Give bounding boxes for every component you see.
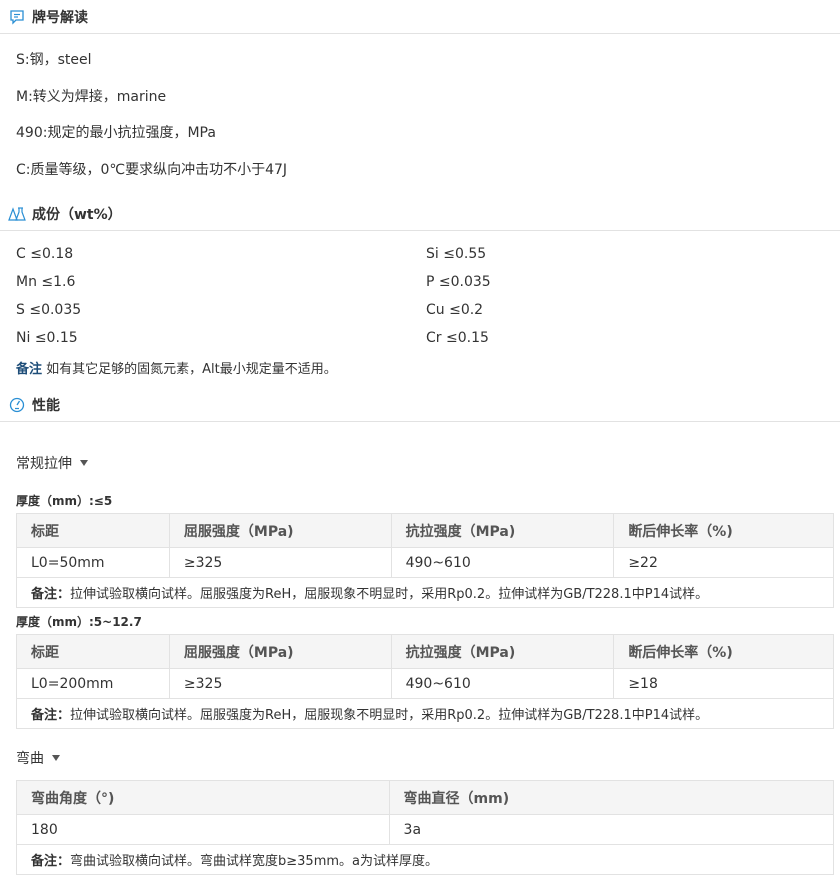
- table-header-row: 标距 屈服强度（MPa) 抗拉强度（MPa) 断后伸长率（%): [16, 513, 834, 548]
- thickness-label: 厚度（mm）:≤5: [16, 494, 113, 508]
- composition-item: Cu ≤0.2: [426, 302, 484, 318]
- bending-table: 弯曲角度（°) 弯曲直径（mm) 180 3a 备注：弯曲试验取横向试样。弯曲试…: [16, 780, 835, 875]
- note-text: 弯曲试验取横向试样。弯曲试样宽度b≥35mm。a为试样厚度。: [70, 854, 438, 869]
- table-cell: L0=200mm: [16, 668, 170, 699]
- performance-header: 性能: [0, 388, 840, 422]
- composition-item: S ≤0.035: [16, 302, 82, 318]
- note-text: 拉伸试验取横向试样。屈服强度为ReH，屈服现象不明显时，采用Rp0.2。拉伸试样…: [70, 708, 709, 723]
- caret-down-icon: [52, 755, 60, 761]
- comment-icon: [8, 8, 26, 26]
- table-cell: 490~610: [390, 547, 615, 578]
- table-cell: ≥325: [168, 547, 392, 578]
- bending-label: 弯曲: [16, 751, 44, 767]
- composition-title: 成份（wt%）: [32, 206, 122, 223]
- composition-header: 成份（wt%）: [0, 197, 840, 231]
- tensile-toggle[interactable]: 常规拉伸: [16, 453, 88, 473]
- thickness-label: 厚度（mm）:5~12.7: [16, 615, 142, 629]
- tensile-label: 常规拉伸: [16, 456, 72, 472]
- table-header: 屈服强度（MPa): [168, 634, 392, 669]
- note-label: 备注：: [31, 587, 71, 602]
- bending-toggle[interactable]: 弯曲: [16, 748, 60, 768]
- designation-line: C:质量等级，0℃要求纵向冲击功不小于47J: [16, 162, 288, 178]
- composition-item: C ≤0.18: [16, 246, 74, 262]
- table-header: 抗拉强度（MPa): [390, 634, 615, 669]
- composition-item: Si ≤0.55: [426, 246, 487, 262]
- table-header: 标距: [16, 634, 170, 669]
- table-cell: ≥22: [613, 547, 834, 578]
- table-header: 屈服强度（MPa): [168, 513, 392, 548]
- designation-header: 牌号解读: [0, 0, 840, 34]
- composition-item: Mn ≤1.6: [16, 274, 76, 290]
- table-note-row: 备注：弯曲试验取横向试样。弯曲试样宽度b≥35mm。a为试样厚度。: [16, 844, 834, 875]
- gauge-icon: [8, 396, 26, 414]
- table-header: 弯曲直径（mm): [388, 780, 835, 815]
- table-cell: L0=50mm: [16, 547, 170, 578]
- table-header: 弯曲角度（°): [16, 780, 390, 815]
- table-note-row: 备注：拉伸试验取横向试样。屈服强度为ReH，屈服现象不明显时，采用Rp0.2。拉…: [16, 698, 834, 729]
- tensile-table: 标距 屈服强度（MPa) 抗拉强度（MPa) 断后伸长率（%) L0=200mm…: [16, 634, 834, 729]
- table-row: L0=200mm ≥325 490~610 ≥18: [16, 668, 834, 699]
- note-text: 拉伸试验取横向试样。屈服强度为ReH，屈服现象不明显时，采用Rp0.2。拉伸试样…: [70, 587, 709, 602]
- composition-note-text: 如有其它足够的固氮元素，Alt最小规定量不适用。: [42, 362, 337, 377]
- caret-down-icon: [80, 460, 88, 466]
- designation-line: S:钢，steel: [16, 52, 92, 68]
- composition-note-label: 备注: [16, 362, 43, 377]
- table-header-row: 标距 屈服强度（MPa) 抗拉强度（MPa) 断后伸长率（%): [16, 634, 834, 669]
- table-cell: 180: [16, 814, 390, 845]
- designation-title: 牌号解读: [32, 9, 88, 26]
- table-row: L0=50mm ≥325 490~610 ≥22: [16, 547, 834, 578]
- table-header: 标距: [16, 513, 170, 548]
- table-header: 断后伸长率（%): [613, 513, 834, 548]
- table-header: 断后伸长率（%): [613, 634, 834, 669]
- table-note: 备注：拉伸试验取横向试样。屈服强度为ReH，屈服现象不明显时，采用Rp0.2。拉…: [16, 698, 834, 729]
- table-note: 备注：弯曲试验取横向试样。弯曲试样宽度b≥35mm。a为试样厚度。: [16, 844, 834, 875]
- flask-icon: [8, 205, 26, 223]
- tensile-table: 标距 屈服强度（MPa) 抗拉强度（MPa) 断后伸长率（%) L0=50mm …: [16, 513, 834, 608]
- table-note-row: 备注：拉伸试验取横向试样。屈服强度为ReH，屈服现象不明显时，采用Rp0.2。拉…: [16, 577, 834, 608]
- table-header: 抗拉强度（MPa): [390, 513, 615, 548]
- designation-line: M:转义为焊接，marine: [16, 89, 167, 105]
- composition-note: 备注 如有其它足够的固氮元素，Alt最小规定量不适用。: [16, 358, 337, 377]
- table-cell: ≥18: [613, 668, 834, 699]
- table-note: 备注：拉伸试验取横向试样。屈服强度为ReH，屈服现象不明显时，采用Rp0.2。拉…: [16, 577, 834, 608]
- note-label: 备注：: [31, 854, 71, 869]
- note-label: 备注：: [31, 708, 71, 723]
- composition-item: Cr ≤0.15: [426, 330, 489, 346]
- table-cell: ≥325: [168, 668, 392, 699]
- performance-title: 性能: [32, 397, 60, 414]
- table-header-row: 弯曲角度（°) 弯曲直径（mm): [16, 780, 835, 815]
- table-row: 180 3a: [16, 814, 835, 845]
- table-cell: 3a: [388, 814, 835, 845]
- composition-item: P ≤0.035: [426, 274, 491, 290]
- table-cell: 490~610: [390, 668, 615, 699]
- designation-line: 490:规定的最小抗拉强度，MPa: [16, 125, 216, 141]
- composition-item: Ni ≤0.15: [16, 330, 78, 346]
